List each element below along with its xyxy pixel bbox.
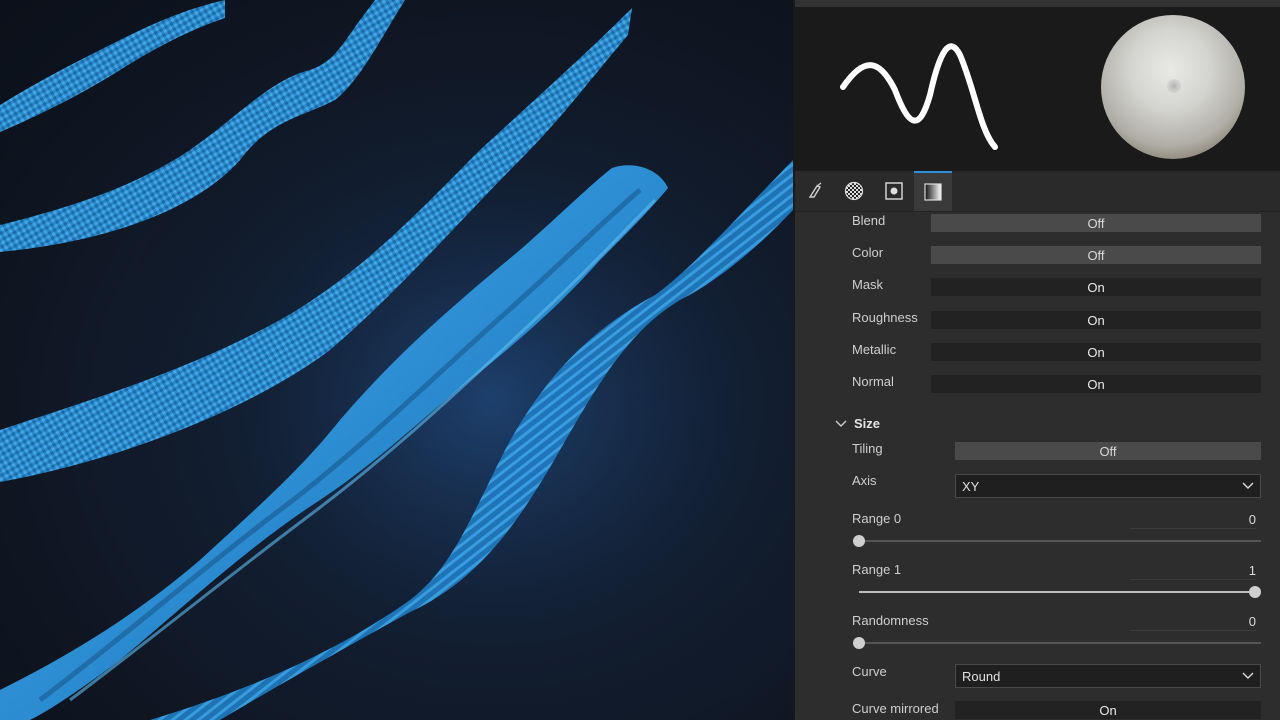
chevron-down-icon (835, 420, 847, 427)
roughness-toggle[interactable]: On (931, 311, 1261, 329)
mask-label: Mask (852, 277, 884, 292)
chevron-down-icon (1242, 672, 1254, 679)
range-1-value-field[interactable]: 1 (1130, 563, 1256, 580)
randomness-value-field[interactable]: 0 (1130, 614, 1256, 631)
tiling-label: Tiling (852, 441, 883, 456)
size-section-title: Size (854, 416, 881, 431)
axis-dropdown[interactable]: XY (955, 474, 1261, 498)
range-1-slider[interactable] (859, 586, 1261, 598)
tab-stencil[interactable] (875, 171, 913, 211)
range-0-value-field[interactable]: 0 (1130, 512, 1256, 529)
size-section-header[interactable]: Size (835, 416, 880, 431)
panel-top-bar (795, 0, 1280, 7)
tiling-toggle[interactable]: Off (955, 442, 1261, 460)
color-toggle[interactable]: Off (931, 246, 1261, 264)
brush-preview-area (795, 7, 1280, 171)
tab-brush[interactable] (797, 171, 835, 211)
metallic-label: Metallic (852, 342, 897, 357)
dot-square-icon (885, 182, 903, 200)
axis-label: Axis (852, 473, 877, 488)
blend-toggle[interactable]: Off (931, 214, 1261, 232)
range-1-slider-fill (859, 591, 1255, 593)
3d-viewport[interactable] (0, 0, 793, 720)
curve-dropdown[interactable]: Round (955, 664, 1261, 688)
metallic-toggle[interactable]: On (931, 343, 1261, 361)
range-1-slider-knob[interactable] (1249, 586, 1261, 598)
normal-toggle[interactable]: On (931, 375, 1261, 393)
properties-tab-strip (795, 171, 1280, 212)
curve-label: Curve (852, 664, 887, 679)
blend-label: Blend (852, 213, 886, 228)
randomness-slider-knob[interactable] (853, 637, 865, 649)
checker-sphere-icon (844, 181, 864, 201)
gradient-square-icon (924, 183, 942, 201)
range-1-label: Range 1 (852, 562, 902, 577)
axis-value: XY (962, 478, 980, 494)
chevron-down-icon (1242, 482, 1254, 489)
material-sphere-preview (1101, 15, 1245, 159)
range-0-slider[interactable] (853, 535, 1261, 547)
randomness-label: Randomness (852, 613, 929, 628)
randomness-slider[interactable] (853, 637, 1261, 649)
range-0-slider-knob[interactable] (853, 535, 865, 547)
mask-toggle[interactable]: On (931, 278, 1261, 296)
curve-mirrored-toggle[interactable]: On (955, 701, 1261, 719)
curve-mirrored-label: Curve mirrored (852, 701, 939, 716)
stroke-preview-icon (840, 43, 998, 150)
tab-alpha[interactable] (835, 171, 873, 211)
brush-cursor-icon (1167, 79, 1181, 93)
brush-strokes-render (0, 0, 793, 720)
tab-material[interactable] (914, 171, 952, 211)
range-0-label: Range 0 (852, 511, 902, 526)
brush-stroke-icon (808, 182, 822, 198)
roughness-label: Roughness (852, 310, 918, 325)
normal-label: Normal (852, 374, 894, 389)
color-label: Color (852, 245, 884, 260)
curve-value: Round (962, 668, 1001, 684)
brush-properties-panel: Blend Off Color Off Mask On Roughness On… (795, 0, 1280, 720)
